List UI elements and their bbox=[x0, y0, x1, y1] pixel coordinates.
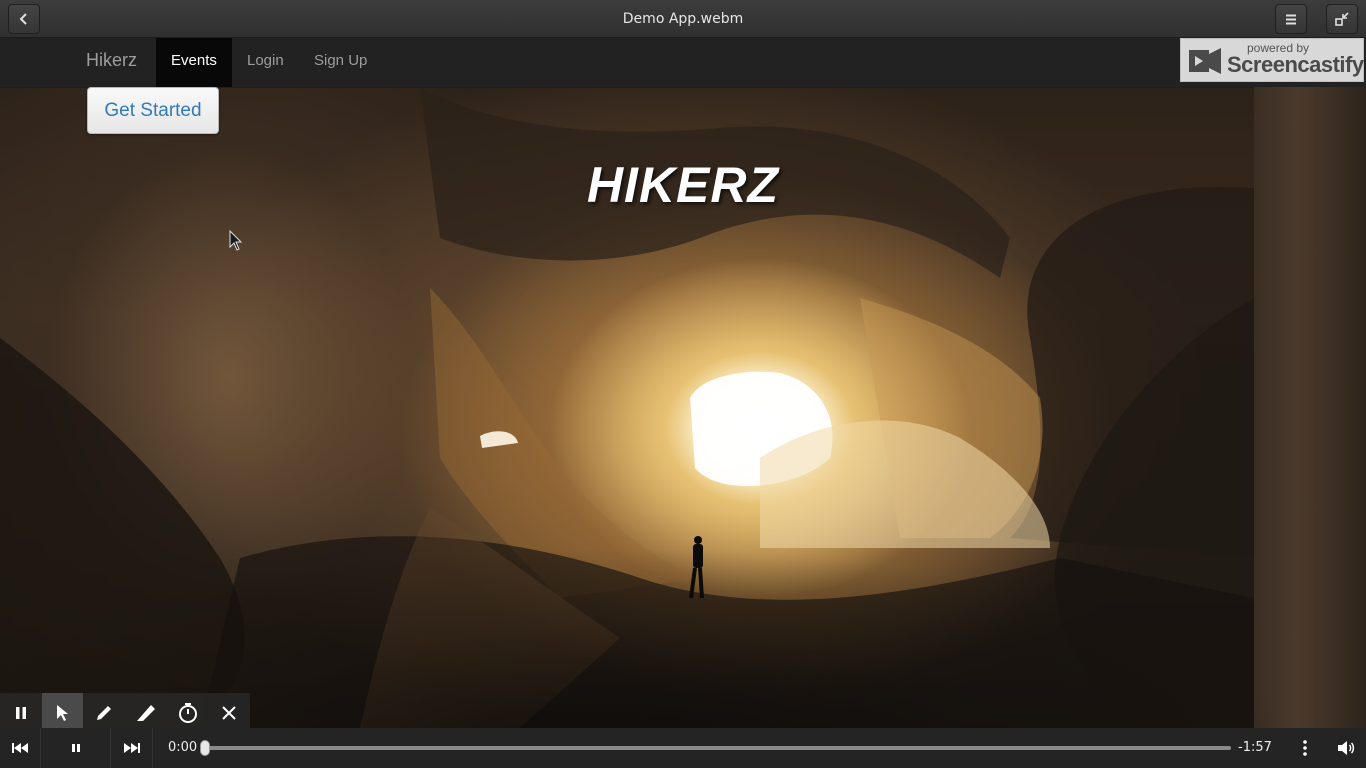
player-titlebar: Demo App.webm bbox=[0, 0, 1366, 38]
get-started-button[interactable]: Get Started bbox=[87, 87, 219, 134]
separator bbox=[152, 728, 153, 768]
screencastify-logo-icon bbox=[1189, 48, 1221, 74]
annotation-pointer-button[interactable] bbox=[41, 693, 84, 733]
seek-handle[interactable] bbox=[200, 740, 210, 756]
pause-icon bbox=[15, 707, 26, 719]
hamburger-menu-icon bbox=[1286, 14, 1296, 25]
nav-login[interactable]: Login bbox=[232, 38, 299, 87]
annotation-toolbar bbox=[0, 693, 250, 733]
rewind-icon bbox=[12, 743, 28, 753]
unfullscreen-button[interactable] bbox=[1326, 4, 1358, 34]
remaining-time: -1:57 bbox=[1238, 740, 1272, 755]
vertical-dots-icon bbox=[1303, 740, 1307, 756]
nav-sign-up[interactable]: Sign Up bbox=[299, 38, 382, 87]
annotation-eraser-button[interactable] bbox=[125, 693, 167, 733]
annotation-pen-button[interactable] bbox=[83, 693, 125, 733]
hiker-silhouette bbox=[689, 536, 704, 599]
fast-forward-button[interactable] bbox=[112, 728, 152, 768]
fast-forward-icon bbox=[124, 743, 140, 753]
separator bbox=[40, 728, 41, 768]
play-pause-button[interactable] bbox=[56, 728, 96, 768]
screencastify-watermark: powered by Screencastify bbox=[1180, 38, 1364, 82]
volume-button[interactable] bbox=[1330, 728, 1362, 768]
separator bbox=[110, 728, 111, 768]
annotation-close-button[interactable] bbox=[208, 693, 250, 733]
nav-events[interactable]: Events bbox=[156, 38, 232, 87]
timer-icon bbox=[178, 703, 197, 723]
pause-icon bbox=[72, 744, 80, 752]
seek-bar[interactable] bbox=[206, 746, 1231, 750]
annotation-pause-button[interactable] bbox=[0, 693, 42, 733]
mouse-cursor-icon bbox=[229, 230, 243, 251]
hero-title: HIKERZ bbox=[586, 157, 780, 213]
elapsed-time: 0:00 bbox=[168, 740, 198, 755]
more-options-button[interactable] bbox=[1290, 728, 1320, 768]
playback-controls: 0:00 -1:57 bbox=[0, 728, 1366, 768]
site-brand[interactable]: Hikerz bbox=[86, 38, 137, 87]
rewind-button[interactable] bbox=[0, 728, 40, 768]
eraser-icon bbox=[136, 705, 155, 721]
close-icon bbox=[222, 706, 236, 720]
menu-button[interactable] bbox=[1275, 4, 1307, 34]
watermark-brand: Screencastify bbox=[1227, 52, 1364, 77]
pen-icon bbox=[97, 706, 112, 720]
unfullscreen-icon bbox=[1335, 12, 1349, 26]
annotation-timer-button[interactable] bbox=[167, 693, 209, 733]
pointer-icon bbox=[56, 705, 68, 721]
window-title: Demo App.webm bbox=[622, 11, 744, 27]
volume-icon bbox=[1338, 741, 1355, 755]
video-frame[interactable]: Hikerz Events Login Sign Up powered by S… bbox=[0, 38, 1366, 728]
site-navbar: Hikerz Events Login Sign Up powered by S… bbox=[0, 38, 1366, 87]
